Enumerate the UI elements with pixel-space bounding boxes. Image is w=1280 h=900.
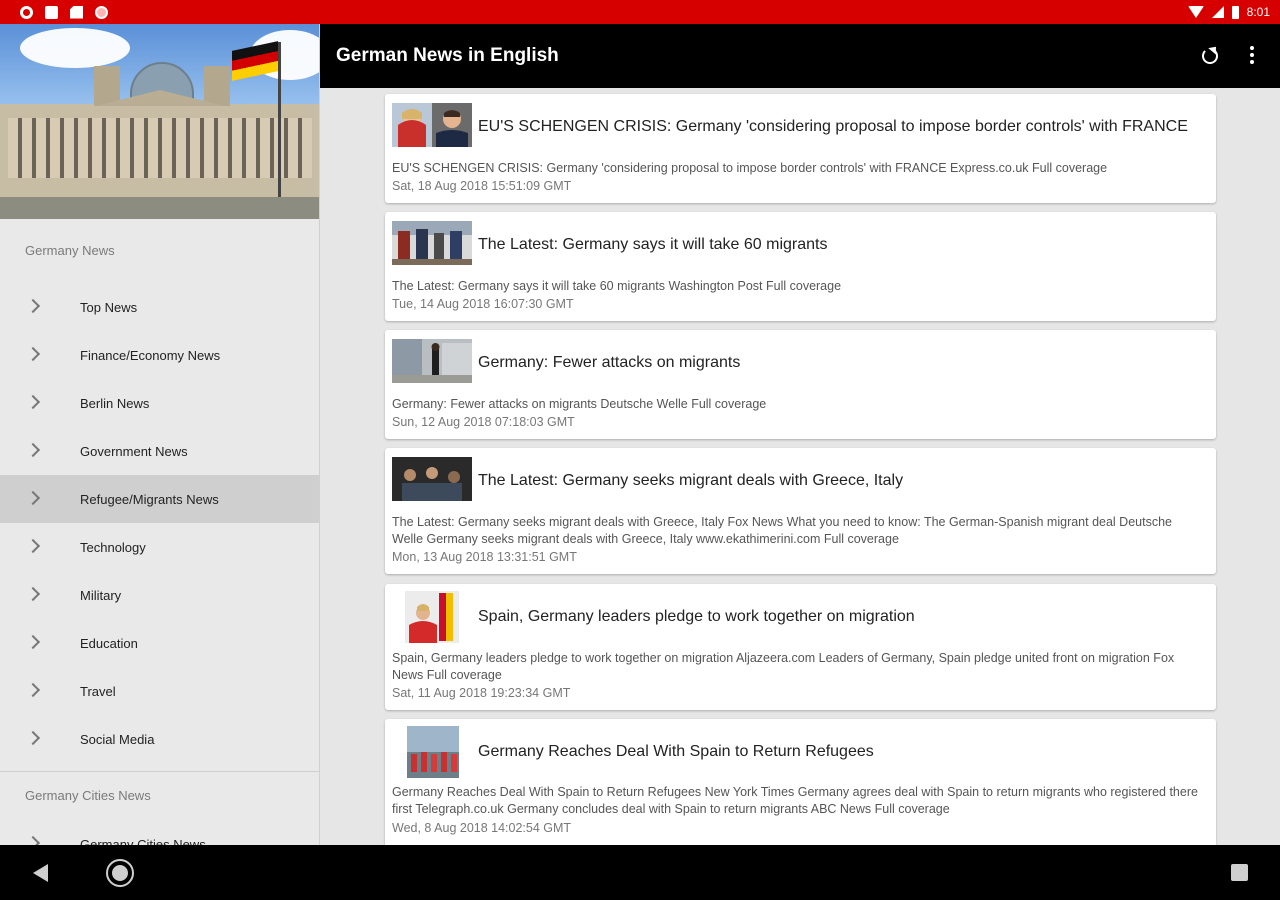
news-thumbnail bbox=[407, 726, 459, 778]
battery-icon bbox=[1231, 5, 1239, 19]
drawer-item-government-news[interactable]: Government News bbox=[0, 427, 319, 475]
chevron-right-icon bbox=[25, 682, 41, 698]
news-card[interactable]: Germany: Fewer attacks on migrants Germa… bbox=[385, 330, 1216, 439]
news-card[interactable]: Spain, Germany leaders pledge to work to… bbox=[385, 584, 1216, 710]
drawer-item-germany-cities-news[interactable]: Germany Cities News bbox=[0, 820, 319, 845]
refresh-icon[interactable] bbox=[1202, 48, 1218, 64]
section-title-germany-news: Germany News bbox=[25, 243, 115, 258]
chevron-right-icon bbox=[25, 346, 41, 362]
more-options-icon[interactable] bbox=[1250, 46, 1254, 66]
drawer-item-education[interactable]: Education bbox=[0, 619, 319, 667]
news-date: Sat, 11 Aug 2018 19:23:34 GMT bbox=[392, 686, 571, 700]
home-icon[interactable] bbox=[106, 859, 134, 887]
chevron-right-icon bbox=[25, 298, 41, 314]
back-icon[interactable] bbox=[33, 864, 48, 882]
drawer-item-label: Refugee/Migrants News bbox=[80, 491, 219, 507]
news-description: Spain, Germany leaders pledge to work to… bbox=[392, 651, 1175, 682]
drawer-item-label: Government News bbox=[80, 443, 188, 459]
news-card[interactable]: Germany Reaches Deal With Spain to Retur… bbox=[385, 719, 1216, 845]
news-description: EU'S SCHENGEN CRISIS: Germany 'consideri… bbox=[392, 161, 1108, 175]
signal-icon bbox=[1211, 6, 1224, 18]
news-title: Spain, Germany leaders pledge to work to… bbox=[478, 608, 915, 625]
navigation-drawer: Germany News Top News Finance/Economy Ne… bbox=[0, 24, 320, 845]
news-title: The Latest: Germany seeks migrant deals … bbox=[478, 472, 904, 489]
news-description: Germany: Fewer attacks on migrants Deuts… bbox=[392, 397, 767, 411]
chevron-right-icon bbox=[25, 442, 41, 458]
news-date: Sun, 12 Aug 2018 07:18:03 GMT bbox=[392, 415, 575, 429]
drawer-header-image bbox=[0, 24, 319, 219]
chevron-right-icon bbox=[25, 634, 41, 650]
drawer-item-social-media[interactable]: Social Media bbox=[0, 715, 319, 763]
news-card[interactable]: EU'S SCHENGEN CRISIS: Germany 'consideri… bbox=[385, 94, 1216, 203]
drawer-item-label: Military bbox=[80, 587, 122, 603]
wifi-icon bbox=[1187, 6, 1204, 18]
status-bar: 8:01 bbox=[0, 0, 1280, 24]
drawer-item-travel[interactable]: Travel bbox=[0, 667, 319, 715]
news-card[interactable]: The Latest: Germany says it will take 60… bbox=[385, 212, 1216, 321]
app-notification-icon bbox=[45, 5, 58, 19]
page-title: German News in English bbox=[336, 45, 559, 66]
drawer-item-label: Berlin News bbox=[80, 395, 150, 411]
drawer-item-refugee-migrants-news[interactable]: Refugee/Migrants News bbox=[0, 475, 319, 523]
chevron-right-icon bbox=[25, 490, 41, 506]
recents-icon[interactable] bbox=[1231, 864, 1248, 881]
record-icon bbox=[95, 5, 108, 19]
drawer-item-label: Social Media bbox=[80, 731, 155, 747]
news-title: EU'S SCHENGEN CRISIS: Germany 'consideri… bbox=[478, 118, 1188, 135]
news-title: Germany: Fewer attacks on migrants bbox=[478, 354, 741, 371]
drawer-item-finance-economy-news[interactable]: Finance/Economy News bbox=[0, 331, 319, 379]
news-thumbnail bbox=[405, 591, 459, 643]
settings-notification-icon bbox=[20, 5, 33, 19]
news-title: The Latest: Germany says it will take 60… bbox=[478, 236, 828, 253]
section-title-germany-cities-news: Germany Cities News bbox=[25, 788, 151, 803]
news-title: Germany Reaches Deal With Spain to Retur… bbox=[478, 743, 874, 760]
drawer-item-label: Top News bbox=[80, 299, 138, 315]
news-thumbnail bbox=[392, 221, 472, 265]
news-date: Tue, 14 Aug 2018 16:07:30 GMT bbox=[392, 297, 574, 311]
news-description: Germany Reaches Deal With Spain to Retur… bbox=[392, 785, 1198, 816]
chevron-right-icon bbox=[25, 394, 41, 410]
news-date: Sat, 18 Aug 2018 15:51:09 GMT bbox=[392, 179, 572, 193]
news-date: Wed, 8 Aug 2018 14:02:54 GMT bbox=[392, 821, 572, 835]
drawer-item-top-news[interactable]: Top News bbox=[0, 283, 319, 331]
news-card[interactable]: The Latest: Germany seeks migrant deals … bbox=[385, 448, 1216, 574]
news-description: The Latest: Germany says it will take 60… bbox=[392, 279, 842, 293]
news-thumbnail bbox=[392, 339, 472, 383]
drawer-item-label: Travel bbox=[80, 683, 116, 699]
drawer-item-military[interactable]: Military bbox=[0, 571, 319, 619]
news-date: Mon, 13 Aug 2018 13:31:51 GMT bbox=[392, 550, 577, 564]
drawer-item-technology[interactable]: Technology bbox=[0, 523, 319, 571]
drawer-item-label: Technology bbox=[80, 539, 146, 555]
app-toolbar: German News in English bbox=[320, 24, 1280, 88]
status-time: 8:01 bbox=[1246, 5, 1270, 19]
chevron-right-icon bbox=[25, 835, 41, 845]
news-description: The Latest: Germany seeks migrant deals … bbox=[392, 515, 1172, 546]
chevron-right-icon bbox=[25, 538, 41, 554]
news-thumbnail bbox=[392, 103, 472, 147]
drawer-item-berlin-news[interactable]: Berlin News bbox=[0, 379, 319, 427]
drawer-item-label: Finance/Economy News bbox=[80, 347, 221, 363]
news-list: EU'S SCHENGEN CRISIS: Germany 'consideri… bbox=[321, 88, 1280, 845]
chevron-right-icon bbox=[25, 586, 41, 602]
system-navigation-bar bbox=[0, 845, 1280, 900]
drawer-item-label: Education bbox=[80, 635, 138, 651]
drawer-item-label: Germany Cities News bbox=[80, 836, 206, 846]
news-thumbnail bbox=[392, 457, 472, 501]
chevron-right-icon bbox=[25, 730, 41, 746]
sd-card-icon bbox=[70, 5, 83, 19]
